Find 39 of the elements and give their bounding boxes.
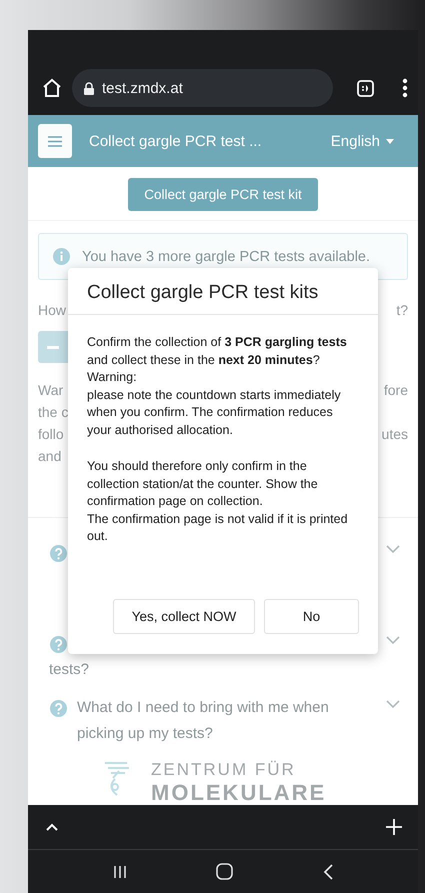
question-text: How <box>38 301 66 320</box>
warning-text: utes <box>382 425 408 444</box>
minus-icon <box>47 346 59 349</box>
language-dropdown[interactable]: English <box>330 132 408 150</box>
back-icon[interactable] <box>323 864 334 880</box>
dialog-title: Collect gargle PCR test kits <box>68 268 378 315</box>
warning-text: the c <box>38 403 68 422</box>
warning-text: and <box>38 447 62 466</box>
dialog-text: Warning: <box>87 369 138 386</box>
collect-button[interactable]: Collect gargle PCR test kit <box>128 178 318 211</box>
dialog-text: Confirm the collection of 3 PCR gargling tests and collect these in the next 20 minutes? <box>87 334 348 368</box>
info-icon <box>53 248 70 266</box>
question-text: t? <box>396 301 408 320</box>
warning-text: War <box>38 381 64 400</box>
tab-switcher-icon[interactable] <box>357 80 374 96</box>
cancel-button[interactable]: No <box>264 599 359 634</box>
menu-icon <box>48 136 62 146</box>
recent-apps-icon[interactable] <box>112 864 127 878</box>
warning-text: follo <box>38 425 64 444</box>
question-icon <box>50 700 67 717</box>
dialog-text: please note the countdown starts immediately when you confirm. The confirmation reduces your authorised allocation. <box>87 386 342 439</box>
address-bar[interactable]: test.zmdx.at <box>72 69 333 107</box>
lock-icon <box>84 82 94 94</box>
caret-icon <box>386 138 394 144</box>
alert-text: You have 3 more gargle PCR tests available. <box>82 248 370 265</box>
faq-question[interactable]: What do I need to bring with me when picking up my tests? <box>77 695 376 747</box>
home-icon[interactable] <box>42 78 62 98</box>
page-title: Collect gargle PCR test ... <box>89 132 263 150</box>
warning-text: fore <box>384 381 408 400</box>
logo-text: MOLEKULARE <box>151 781 326 805</box>
logo-text: ZENTRUM FÜR <box>151 759 297 781</box>
confirm-button[interactable]: Yes, collect NOW <box>113 599 255 634</box>
dialog-text: You should therefore only confirm in the collection station/at the counter. Show the confirmation page on collection. <box>87 458 319 510</box>
home-button-icon[interactable] <box>216 863 234 880</box>
plus-icon[interactable] <box>386 819 402 835</box>
url-text: test.zmdx.at <box>102 80 183 96</box>
scroll-up-icon[interactable] <box>46 823 58 831</box>
dialog-text: The confirmation page is not valid if it is printed out. <box>87 510 349 545</box>
more-menu-icon[interactable] <box>402 78 408 98</box>
